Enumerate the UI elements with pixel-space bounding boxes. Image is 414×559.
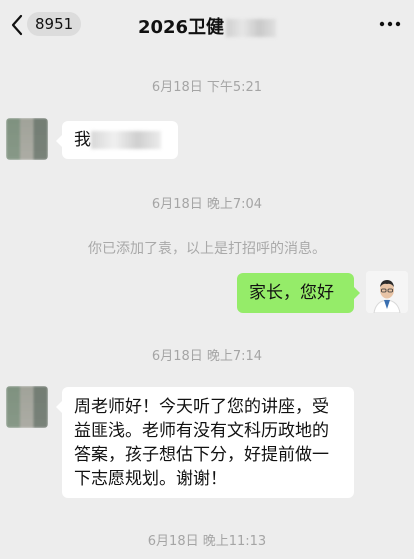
timestamp: 6月18日 晚上7:14	[151, 349, 263, 364]
sent-message-bubble[interactable]: 家长，您好	[237, 273, 360, 313]
timestamp: 6月18日 晚上11:13	[147, 534, 267, 549]
my-avatar[interactable]	[366, 271, 408, 313]
title-redaction	[226, 19, 277, 37]
timestamp: 6月18日 下午5:21	[151, 80, 263, 95]
system-notice: 你已添加了袁，以上是打招呼的消息。	[88, 241, 326, 257]
teacher-avatar-image	[366, 271, 408, 313]
more-options-button[interactable]	[378, 14, 402, 34]
contact-avatar[interactable]	[6, 386, 48, 428]
avatar-redacted-image	[6, 118, 48, 160]
message-text: 家长，您好	[249, 283, 334, 303]
message-text: 周老师好！今天听了您的讲座，受益匪浅。老师有没有文科历政地的答案，孩子想估下分，…	[74, 397, 329, 489]
message-redaction	[91, 131, 161, 149]
more-horizontal-icon	[379, 21, 401, 27]
avatar-redacted-image	[6, 386, 48, 428]
message-text: 我	[74, 130, 91, 150]
chat-title: 2026卫健	[0, 13, 414, 39]
received-message-bubble[interactable]: 我	[56, 121, 178, 159]
chat-header: 8951 2026卫健	[0, 0, 414, 50]
chat-title-text: 2026卫健	[137, 17, 225, 38]
contact-avatar[interactable]	[6, 118, 48, 160]
received-message-bubble[interactable]: 周老师好！今天听了您的讲座，受益匪浅。老师有没有文科历政地的答案，孩子想估下分，…	[56, 387, 354, 498]
timestamp: 6月18日 晚上7:04	[151, 197, 263, 212]
